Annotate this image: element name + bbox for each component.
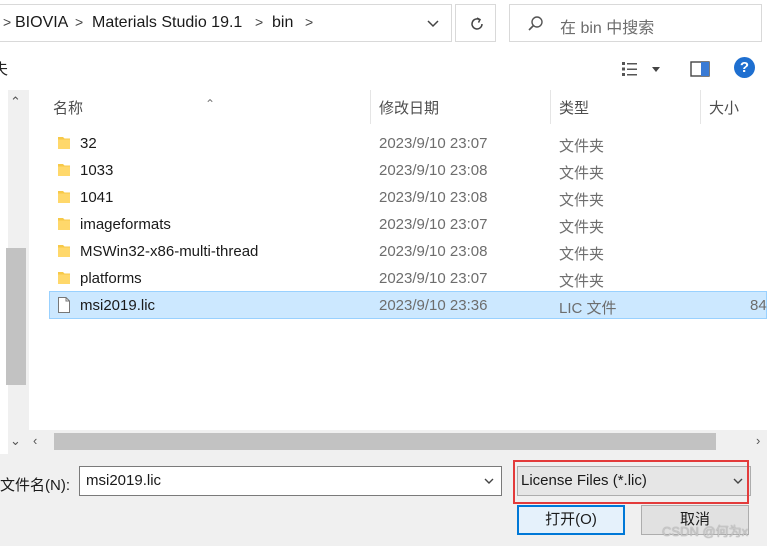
filename-value: msi2019.lic	[86, 472, 162, 489]
file-name: imageformats	[80, 216, 171, 233]
folder-icon	[58, 245, 70, 257]
details-view-icon	[622, 62, 660, 76]
command-toolbar: 夫 ?	[0, 46, 767, 90]
file-date: 2023/9/10 23:08	[379, 243, 488, 260]
breadcrumb-item-materials-studio[interactable]: Materials Studio 19.1	[92, 14, 242, 32]
list-item[interactable]: MSWin32-x86-multi-thread 2023/9/10 23:08…	[29, 239, 767, 265]
list-item[interactable]: imageformats 2023/9/10 23:07 文件夹	[29, 212, 767, 238]
breadcrumb-separator: >	[3, 14, 12, 30]
column-header-size-label: 大小	[709, 100, 740, 117]
file-type: 文件夹	[559, 246, 605, 263]
folder-icon	[58, 272, 70, 284]
column-header-date-label: 修改日期	[379, 100, 440, 117]
file-name: 1033	[80, 162, 114, 179]
file-date: 2023/9/10 23:08	[379, 162, 488, 179]
search-icon	[528, 16, 543, 31]
column-header-type-label: 类型	[559, 100, 590, 117]
file-date: 2023/9/10 23:07	[379, 135, 488, 152]
file-type: 文件夹	[559, 165, 605, 182]
file-size: 84	[750, 297, 767, 314]
refresh-button[interactable]	[455, 4, 496, 42]
filename-label: 文件名(N):	[0, 477, 70, 494]
file-name: 1041	[80, 189, 114, 206]
search-box[interactable]: 在 bin 中搜索	[509, 4, 762, 42]
chevron-right-icon[interactable]: ›	[756, 433, 760, 448]
change-view-button[interactable]	[619, 58, 667, 80]
file-name: msi2019.lic	[80, 297, 156, 314]
nav-pane-scrollbar-thumb[interactable]	[6, 248, 26, 385]
folder-icon	[58, 137, 70, 149]
file-date: 2023/9/10 23:36	[379, 297, 488, 314]
file-date: 2023/9/10 23:07	[379, 270, 488, 287]
file-type: 文件夹	[559, 138, 605, 155]
chevron-down-icon[interactable]	[425, 15, 441, 31]
list-item-selected[interactable]: msi2019.lic 2023/9/10 23:36 LIC 文件 84	[49, 291, 767, 319]
refresh-icon	[471, 17, 483, 30]
address-bar-row: > BIOVIA > Materials Studio 19.1 > bin >…	[0, 0, 767, 46]
column-header-size[interactable]: 大小	[701, 90, 767, 124]
list-item[interactable]: platforms 2023/9/10 23:07 文件夹	[29, 266, 767, 292]
breadcrumb-item-bin[interactable]: bin	[272, 14, 293, 32]
breadcrumb-separator[interactable]: >	[75, 14, 83, 30]
file-date: 2023/9/10 23:08	[379, 189, 488, 206]
chevron-down-icon[interactable]: ⌄	[10, 433, 21, 449]
help-button[interactable]: ?	[734, 57, 755, 78]
list-item[interactable]: 1033 2023/9/10 23:08 文件夹	[29, 158, 767, 184]
folder-icon	[58, 191, 70, 203]
list-item[interactable]: 32 2023/9/10 23:07 文件夹	[29, 131, 767, 157]
filename-input[interactable]: msi2019.lic	[79, 466, 502, 496]
toolbar-new-folder-label[interactable]: 夫	[0, 58, 8, 79]
file-type: LIC 文件	[559, 300, 617, 317]
file-type: 文件夹	[559, 192, 605, 209]
column-header-name[interactable]: 名称 ⌃	[29, 90, 369, 124]
open-button[interactable]: 打开(O)	[517, 505, 625, 535]
annotation-highlight-box	[513, 460, 749, 504]
file-type: 文件夹	[559, 273, 605, 290]
column-header-date[interactable]: 修改日期	[371, 90, 551, 124]
breadcrumb-separator[interactable]: >	[305, 14, 313, 30]
search-placeholder: 在 bin 中搜索	[560, 20, 655, 37]
folder-icon	[58, 164, 70, 176]
watermark-text: CSDN @何为x	[662, 524, 749, 539]
breadcrumb-separator[interactable]: >	[255, 14, 263, 30]
horizontal-scrollbar-thumb[interactable]	[54, 433, 716, 450]
sort-ascending-icon: ⌃	[205, 97, 216, 111]
file-name: 32	[80, 135, 97, 152]
column-header-name-label: 名称	[53, 100, 84, 117]
file-icon	[58, 297, 70, 313]
file-name: platforms	[80, 270, 142, 287]
preview-pane-button[interactable]	[688, 58, 712, 80]
file-type: 文件夹	[559, 219, 605, 236]
list-item[interactable]: 1041 2023/9/10 23:08 文件夹	[29, 185, 767, 211]
breadcrumb-item-biovia[interactable]: BIOVIA	[15, 14, 68, 32]
chevron-left-icon[interactable]: ‹	[33, 433, 37, 448]
column-header-type[interactable]: 类型	[551, 90, 701, 124]
file-date: 2023/9/10 23:07	[379, 216, 488, 233]
folder-icon	[58, 218, 70, 230]
address-bar[interactable]: > BIOVIA > Materials Studio 19.1 > bin >	[0, 4, 452, 42]
horizontal-scrollbar[interactable]: ‹ ›	[29, 430, 767, 454]
file-list[interactable]: 名称 ⌃ 修改日期 类型 大小 32 2023/9/10 23:07 文件夹 1…	[29, 90, 767, 430]
chevron-down-icon[interactable]	[482, 474, 496, 488]
dialog-footer: 文件名(N): msi2019.lic License Files (*.lic…	[0, 454, 767, 546]
chevron-up-icon[interactable]: ⌃	[10, 94, 21, 110]
file-name: MSWin32-x86-multi-thread	[80, 243, 259, 260]
preview-pane-icon	[690, 61, 710, 77]
